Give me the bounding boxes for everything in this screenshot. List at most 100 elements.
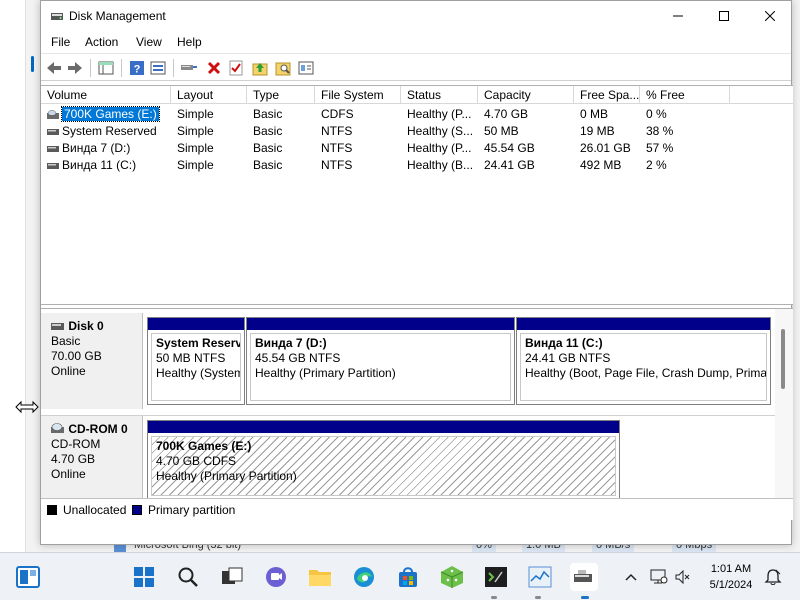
background-selection-accent	[31, 56, 34, 72]
widgets-icon	[16, 566, 40, 588]
column-header-file-system[interactable]: File System	[315, 86, 401, 104]
disk-size: 70.00 GB	[51, 349, 102, 363]
edge-icon	[354, 567, 374, 587]
disk-graphical-view[interactable]: Disk 0 Basic 70.00 GB Online System Rese…	[41, 308, 793, 500]
column-header-type[interactable]: Type	[247, 86, 315, 104]
volume-status: Healthy (P...	[407, 107, 472, 121]
properties-view-button[interactable]	[149, 59, 167, 77]
search-folder-button[interactable]	[274, 59, 292, 77]
game-button[interactable]	[438, 563, 466, 591]
volume-layout: Simple	[177, 141, 214, 155]
disk-0-row[interactable]: Disk 0 Basic 70.00 GB Online System Rese…	[41, 313, 775, 409]
volume-row[interactable]: 700K Games (E:) Simple Basic CDFS Health…	[41, 106, 793, 123]
cdrom-0-row[interactable]: CD-ROM 0 CD-ROM 4.70 GB Online 700K Game…	[41, 415, 775, 500]
back-arrow-icon	[47, 62, 61, 74]
menu-action[interactable]: Action	[85, 35, 118, 49]
volume-percent-free: 57 %	[646, 141, 674, 155]
chat-button[interactable]	[262, 563, 290, 591]
minimize-button[interactable]	[655, 1, 701, 31]
notifications-button[interactable]	[764, 568, 782, 586]
network-button[interactable]	[650, 568, 668, 586]
partition-size-fs: 45.54 GB NTFS	[255, 351, 341, 365]
menu-help[interactable]: Help	[177, 35, 202, 49]
scrollbar-thumb[interactable]	[781, 329, 785, 389]
unallocated-swatch	[47, 505, 57, 515]
folder-up-button[interactable]	[251, 59, 269, 77]
store-button[interactable]	[394, 563, 422, 591]
cdrom-0-label[interactable]: CD-ROM 0 CD-ROM 4.70 GB Online	[41, 416, 143, 499]
menu-view[interactable]: View	[136, 35, 162, 49]
minimize-icon	[673, 15, 683, 17]
connect-drive-button[interactable]	[180, 59, 198, 77]
volume-percent-free: 38 %	[646, 124, 674, 138]
disk-volume-icon	[47, 129, 59, 135]
disk-management-taskbar-button[interactable]	[570, 563, 598, 591]
column-header-percent-free[interactable]: % Free	[640, 86, 730, 104]
file-explorer-button[interactable]	[306, 563, 334, 591]
clock-time: 1:01 AM	[710, 563, 752, 575]
window-title: Disk Management	[69, 9, 166, 23]
partition-vinda-11[interactable]: Винда 11 (C:) 24.41 GB NTFS Healthy (Boo…	[516, 317, 771, 405]
disk-management-window: Disk Management File Action View Help ?	[40, 0, 793, 545]
maximize-button[interactable]	[701, 1, 747, 31]
volume-status: Healthy (S...	[407, 124, 474, 138]
back-button[interactable]	[45, 59, 63, 77]
disk-map-area: Disk 0 Basic 70.00 GB Online System Rese…	[41, 309, 775, 500]
partition-name: 700K Games (E:)	[156, 439, 252, 453]
show-hidden-icons-button[interactable]	[622, 568, 640, 586]
partition-system-reserved[interactable]: System Reserve 50 MB NTFS Healthy (Syste…	[147, 317, 245, 405]
volume-status: Healthy (B...	[407, 158, 474, 172]
partition-700k-games[interactable]: 700K Games (E:) 4.70 GB CDFS Healthy (Pr…	[147, 420, 620, 500]
vertical-scrollbar[interactable]	[775, 309, 793, 499]
partition-details: Винда 7 (D:) 45.54 GB NTFS Healthy (Prim…	[250, 333, 511, 401]
notification-bell-icon	[764, 569, 782, 585]
hard-disk-icon	[51, 323, 64, 330]
disk-name: CD-ROM 0	[68, 422, 128, 436]
menu-file[interactable]: File	[51, 35, 70, 49]
properties-button[interactable]	[297, 59, 315, 77]
volume-row[interactable]: Винда 11 (C:) Simple Basic NTFS Healthy …	[41, 157, 793, 174]
partition-vinda-7[interactable]: Винда 7 (D:) 45.54 GB NTFS Healthy (Prim…	[246, 317, 515, 405]
column-header-free-space[interactable]: Free Spa...	[574, 86, 640, 104]
search-icon	[178, 567, 198, 587]
taskbar-clock[interactable]: 1:01 AM 5/1/2024	[706, 561, 756, 593]
column-header-capacity[interactable]: Capacity	[478, 86, 574, 104]
volume-row[interactable]: System Reserved Simple Basic NTFS Health…	[41, 123, 793, 140]
volume-list[interactable]: Volume Layout Type File System Status Ca…	[41, 85, 793, 305]
volume-capacity: 24.41 GB	[484, 158, 535, 172]
check-properties-button[interactable]	[227, 59, 245, 77]
help-button[interactable]: ?	[128, 59, 146, 77]
partition-status: Healthy (Primary Partition)	[255, 366, 396, 380]
delete-button[interactable]	[205, 59, 223, 77]
volume-type: Basic	[253, 107, 283, 121]
forward-button[interactable]	[66, 59, 84, 77]
volume-name: System Reserved	[62, 124, 157, 138]
search-button[interactable]	[174, 563, 202, 591]
partition-details-selected: 700K Games (E:) 4.70 GB CDFS Healthy (Pr…	[151, 436, 616, 496]
close-button[interactable]	[747, 1, 793, 31]
volume-button[interactable]	[674, 568, 692, 586]
task-view-button[interactable]	[218, 563, 246, 591]
disk-0-label[interactable]: Disk 0 Basic 70.00 GB Online	[41, 313, 143, 409]
terminal-button[interactable]	[482, 563, 510, 591]
column-header-status[interactable]: Status	[401, 86, 478, 104]
svg-text:?: ?	[134, 64, 141, 76]
volume-list-header: Volume Layout Type File System Status Ca…	[41, 86, 793, 104]
volume-row[interactable]: Винда 7 (D:) Simple Basic NTFS Healthy (…	[41, 140, 793, 157]
title-bar[interactable]: Disk Management	[41, 1, 791, 31]
speaker-muted-icon	[675, 569, 690, 585]
file-explorer-icon	[309, 570, 331, 586]
disk-state: Online	[51, 364, 86, 378]
edge-button[interactable]	[350, 563, 378, 591]
volume-status: Healthy (P...	[407, 141, 472, 155]
start-button[interactable]	[130, 563, 158, 591]
terminal-icon	[485, 567, 507, 587]
chat-icon	[266, 567, 286, 587]
show-hide-console-button[interactable]	[97, 59, 115, 77]
column-header-volume[interactable]: Volume	[41, 86, 171, 104]
drive-connect-icon	[181, 65, 197, 70]
column-header-layout[interactable]: Layout	[171, 86, 247, 104]
volume-type: Basic	[253, 158, 283, 172]
widgets-button[interactable]	[14, 563, 42, 591]
task-manager-button[interactable]	[526, 563, 554, 591]
